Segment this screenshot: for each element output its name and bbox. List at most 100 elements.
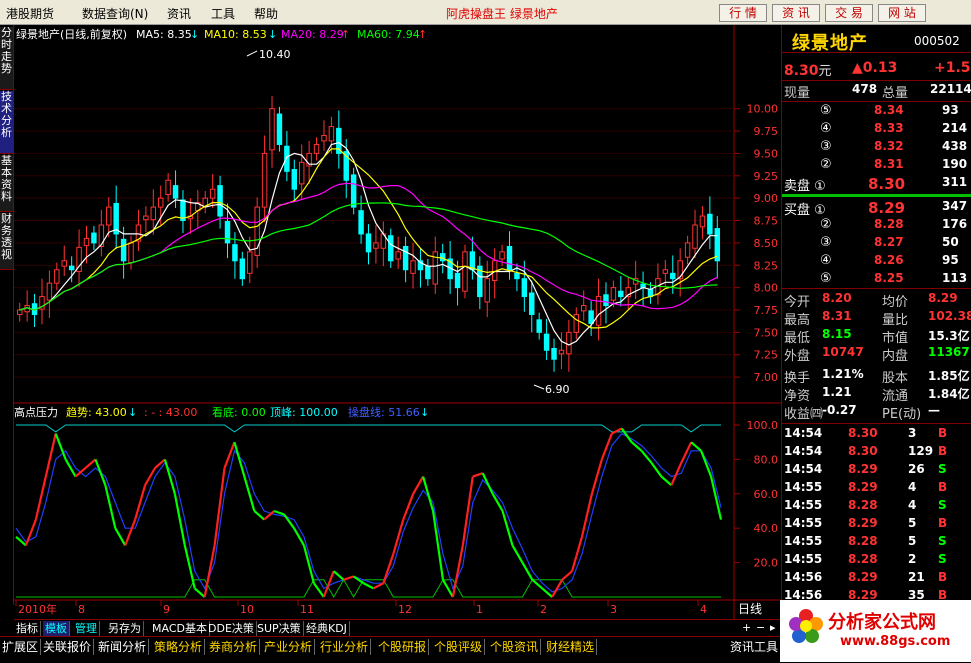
candle-body bbox=[232, 244, 238, 262]
bottom-tools[interactable]: 资讯工具 bbox=[728, 639, 782, 655]
candle-body bbox=[425, 265, 431, 280]
candle-body bbox=[291, 169, 298, 190]
bid-level-label: ④ bbox=[820, 253, 832, 268]
tick-time: 14:55 bbox=[784, 534, 823, 548]
bottom-strategy[interactable]: 策略分析 bbox=[152, 639, 206, 655]
table-row: 14:54 8.30 3 B bbox=[782, 426, 971, 444]
tab-manage[interactable]: 管理 bbox=[73, 621, 100, 636]
indicator-tick-label: 20.0 bbox=[754, 557, 779, 570]
bid-volume: 113 bbox=[942, 271, 968, 285]
zoom-out-icon[interactable]: − bbox=[756, 621, 765, 634]
table-row: 14:55 8.28 2 S bbox=[782, 552, 971, 570]
scroll-right-icon[interactable]: ▸ bbox=[770, 621, 776, 634]
bottom-broker[interactable]: 券商分析 bbox=[207, 639, 261, 655]
low-annotation: 6.90 bbox=[545, 383, 570, 396]
last-price-value: 8.30 bbox=[784, 63, 819, 79]
table-row: 14:55 8.29 5 B bbox=[782, 516, 971, 534]
stat-label: 收益㈣ bbox=[784, 407, 824, 422]
bottom-industry-chain[interactable]: 产业分析 bbox=[262, 639, 316, 655]
chart-area[interactable]: 10.00 9.75 9.50 9.25 9.00 8.75 8.50 8.25 8.00 7.7… bbox=[14, 25, 781, 619]
candle-body bbox=[165, 179, 171, 196]
candle-body bbox=[321, 135, 327, 142]
bottom-ext[interactable]: 扩展区 bbox=[0, 639, 42, 655]
candle-body bbox=[439, 253, 446, 262]
menu-item-news[interactable]: 资讯 bbox=[167, 5, 191, 22]
stat-row: 收益㈣ -0.27 PE(动) — bbox=[782, 403, 971, 422]
ask-row: ④ 8.33 214 bbox=[782, 121, 971, 139]
tab-save-as[interactable]: 另存为 bbox=[106, 621, 144, 636]
tab-sup[interactable]: SUP决策 bbox=[255, 621, 304, 636]
tick-price: 8.30 bbox=[848, 426, 878, 440]
trade-line-arrow: ↓ bbox=[420, 406, 429, 419]
candle-body bbox=[699, 215, 706, 228]
menu-item-hk-futures[interactable]: 港股期货 bbox=[6, 5, 54, 22]
website-button[interactable]: 网 站 bbox=[878, 4, 926, 22]
tab-technical[interactable]: 技术分析 bbox=[0, 91, 13, 154]
time-label: 12 bbox=[398, 603, 412, 616]
price-change-pct: +1.5 bbox=[934, 60, 971, 76]
trend-arrow: ↓ bbox=[128, 406, 137, 419]
bottom-stock-info[interactable]: 个股资讯 bbox=[488, 639, 542, 655]
trade-line-label: 操盘线: 51.66 bbox=[348, 405, 420, 419]
ask-volume: 93 bbox=[942, 103, 959, 117]
stat-label: 量比 bbox=[882, 313, 909, 328]
candle-body bbox=[269, 108, 275, 151]
candle-body bbox=[521, 278, 528, 298]
tick-side: S bbox=[938, 534, 947, 548]
tick-side: B bbox=[938, 516, 948, 530]
stat-row: 最低 8.15 市值 15.3亿 bbox=[782, 327, 971, 346]
tick-side: B bbox=[938, 480, 948, 494]
ask-price: 8.31 bbox=[874, 157, 904, 171]
tab-dde[interactable]: DDE决策 bbox=[206, 621, 257, 636]
tab-financial[interactable]: 财务透视 bbox=[0, 213, 13, 270]
tab-kdj[interactable]: 经典KDJ bbox=[304, 621, 350, 636]
ma20-label: MA20: 8.29 bbox=[281, 28, 344, 41]
tab-template[interactable]: 模板 bbox=[43, 621, 70, 636]
high-annotation: 10.40 bbox=[259, 48, 291, 61]
tab-basic-info[interactable]: 基本资料 bbox=[0, 155, 13, 212]
time-label: 2010年 bbox=[18, 602, 57, 616]
candle-body bbox=[157, 197, 164, 208]
zoom-in-icon[interactable]: + bbox=[742, 621, 751, 634]
price-tick-label: 7.00 bbox=[754, 371, 779, 384]
bottom-news[interactable]: 新闻分析 bbox=[96, 639, 150, 655]
info-button[interactable]: 资 讯 bbox=[772, 4, 820, 22]
tab-intraday[interactable]: 分时走势 bbox=[0, 27, 13, 90]
tick-volume: 21 bbox=[908, 570, 925, 584]
ask-volume: 311 bbox=[942, 175, 968, 189]
bid-row: ⑤ 8.25 113 bbox=[782, 271, 971, 289]
stat-label: 最高 bbox=[784, 313, 811, 328]
last-price: 8.30元 bbox=[784, 60, 832, 79]
bottom-sector[interactable]: 行业分析 bbox=[318, 639, 372, 655]
stat-label: 外盘 bbox=[784, 349, 811, 364]
price-tick-label: 10.00 bbox=[747, 103, 779, 116]
logo-text: 分析家公式网 bbox=[828, 612, 936, 633]
candle-body bbox=[670, 272, 676, 280]
bottom-rating[interactable]: 个股评级 bbox=[432, 639, 486, 655]
time-label: 8 bbox=[78, 603, 85, 616]
price-tick-label: 7.50 bbox=[754, 326, 779, 339]
tab-indicator[interactable]: 指标 bbox=[14, 621, 41, 636]
stat-label: 内盘 bbox=[882, 349, 909, 364]
menu-item-help[interactable]: 帮助 bbox=[254, 5, 278, 22]
bottom-research[interactable]: 个股研报 bbox=[376, 639, 430, 655]
ma5-label: MA5: 8.35 bbox=[136, 28, 192, 41]
bottom-related[interactable]: 关联报价 bbox=[41, 639, 95, 655]
divider bbox=[782, 52, 971, 53]
tick-volume: 26 bbox=[908, 462, 925, 476]
trade-button[interactable]: 交 易 bbox=[825, 4, 873, 22]
bid-row: ② 8.28 176 bbox=[782, 217, 971, 235]
tab-macd[interactable]: MACD基本 bbox=[150, 621, 210, 636]
bid-ask-separator bbox=[782, 194, 971, 197]
menu-item-tools[interactable]: 工具 bbox=[211, 5, 235, 22]
quote-panel: 绿景地产 000502 8.30元 ▲0.13 +1.5 现量 478 总量 2… bbox=[781, 25, 971, 635]
bottom-finance[interactable]: 财经精选 bbox=[544, 639, 598, 655]
menu-item-data-query[interactable]: 数据查询(N) bbox=[82, 5, 148, 22]
candle-body bbox=[365, 233, 372, 253]
quote-button[interactable]: 行 情 bbox=[719, 4, 767, 22]
indicator-tick-label: 60.0 bbox=[754, 488, 779, 501]
stat-value: 102.38 bbox=[928, 309, 971, 323]
time-label: 2 bbox=[540, 603, 547, 616]
ask-row: 卖盘 ① 8.30 311 bbox=[782, 175, 971, 194]
candle-body bbox=[662, 269, 669, 274]
